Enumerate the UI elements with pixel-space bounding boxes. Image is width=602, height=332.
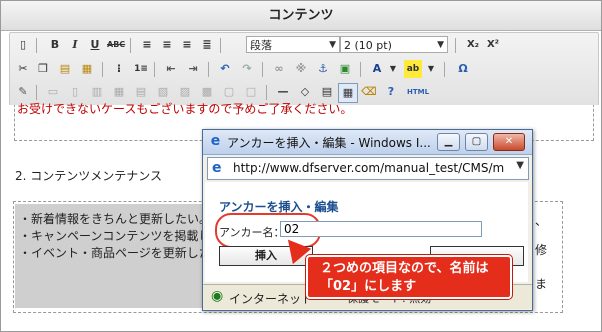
anchor-name-input[interactable] — [280, 221, 482, 237]
list-item: ・イベント・商品ページを更新したい — [19, 246, 223, 260]
chevron-down-icon: ▼ — [329, 40, 336, 50]
indent-icon[interactable]: ⇥ — [184, 60, 202, 78]
italic-icon[interactable]: I — [66, 36, 84, 54]
subscript-icon[interactable]: X₂ — [464, 36, 482, 54]
table-split-icon[interactable]: ▧ — [154, 83, 172, 101]
align-right-icon[interactable]: ≡ — [178, 36, 196, 54]
panel-title: コンテンツ — [1, 1, 601, 31]
table-style-icon[interactable]: ▢ — [220, 83, 238, 101]
zone-text: インターネット — [229, 292, 314, 306]
dialog-title-bar[interactable]: e アンカーを挿入・編集 - Windows I... ▁ ▢ ✕ — [203, 130, 532, 155]
table-merge-icon[interactable]: ▥ — [88, 83, 106, 101]
font-color-chevron-down-icon[interactable]: ▼ — [384, 60, 402, 78]
annotation-callout: ２つめの項目なので、名前は 「02」にします — [306, 255, 512, 299]
justify-icon[interactable]: ≣ — [198, 36, 216, 54]
section-heading: 2. コンテンツメンテナンス — [15, 169, 163, 183]
numbered-list-icon[interactable]: 1≡ — [132, 60, 150, 78]
chevron-down-icon: ▼ — [437, 40, 444, 50]
show-blocks-icon[interactable]: ▤ — [318, 83, 336, 101]
ie-icon: e — [210, 133, 221, 149]
list-item: ・新着情報をきちんと更新したい。 — [19, 212, 212, 226]
table-delete-icon[interactable]: ▨ — [176, 83, 194, 101]
eraser-icon[interactable]: ◇ — [296, 83, 314, 101]
table-props-icon[interactable]: ▦ — [110, 83, 128, 101]
table-col-icon[interactable]: ▯ — [66, 83, 84, 101]
undo-icon[interactable]: ↶ — [216, 60, 234, 78]
image-icon[interactable]: ▣ — [336, 60, 354, 78]
text-fragment: 、 — [535, 214, 548, 228]
font-size-select[interactable]: 2 (10 pt) ▼ — [340, 36, 448, 53]
align-left-icon[interactable]: ≡ — [138, 36, 156, 54]
redo-icon[interactable]: ↷ — [238, 60, 256, 78]
highlight-color-icon[interactable]: ab — [404, 60, 422, 78]
anchor-name-label: アンカー名： — [219, 226, 285, 239]
text-fragment: ま — [535, 277, 548, 291]
horizontal-rule-icon[interactable]: — — [274, 83, 292, 101]
editor-toolbar: ▯ B I U ABC ≡ ≡ ≡ ≣ 段落 ▼ 2 (10 pt) ▼ X₂ X²… — [9, 32, 599, 106]
table-insert-icon[interactable]: ▩ — [198, 83, 216, 101]
maximize-button[interactable]: ▢ — [465, 133, 488, 151]
copy-icon[interactable]: ❐ — [34, 60, 52, 78]
help-icon[interactable]: ? — [382, 83, 400, 101]
highlight-chevron-down-icon[interactable]: ▼ — [422, 60, 440, 78]
table-row-icon[interactable]: ▭ — [44, 83, 62, 101]
html-source-icon[interactable]: HTML — [404, 83, 432, 101]
superscript-icon[interactable]: X² — [484, 36, 502, 54]
anchor-icon[interactable]: ⚓ — [314, 60, 332, 78]
dialog-window-title: アンカーを挿入・編集 - Windows I... — [227, 136, 431, 150]
align-center-icon[interactable]: ≡ — [158, 36, 176, 54]
cut-icon[interactable]: ✂ — [14, 60, 32, 78]
url-text: http://www.dfserver.com/manual_test/CMS/… — [233, 161, 505, 175]
paste-text-icon[interactable]: ▦ — [78, 60, 96, 78]
close-button[interactable]: ✕ — [493, 133, 525, 151]
text-fragment: 修 — [535, 243, 548, 257]
table-cell-icon[interactable]: ▤ — [132, 83, 150, 101]
select-all-icon[interactable]: ⌫ — [360, 83, 378, 101]
bullet-list-icon[interactable]: ⁝ — [110, 60, 128, 78]
table-border-icon[interactable]: □ — [242, 83, 260, 101]
ie-page-icon: e — [212, 160, 222, 176]
globe-icon: ◉ — [211, 288, 224, 304]
bold-icon[interactable]: B — [46, 36, 64, 54]
paste-icon[interactable]: ▤ — [56, 60, 74, 78]
outdent-icon[interactable]: ⇤ — [162, 60, 180, 78]
minimize-button[interactable]: ▁ — [437, 133, 460, 151]
callout-line: ２つめの項目なので、名前は — [320, 261, 489, 276]
url-bar[interactable]: e http://www.dfserver.com/manual_test/CM… — [207, 157, 529, 180]
new-document-icon[interactable]: ▯ — [14, 36, 32, 54]
special-char-icon[interactable]: Ω — [454, 60, 472, 78]
notice-text: お受けできないケースもございますので予めご了承ください。 — [17, 102, 353, 116]
strikethrough-icon[interactable]: ABC — [107, 36, 125, 54]
link-icon[interactable]: ∞ — [270, 60, 288, 78]
paragraph-format-select[interactable]: 段落 ▼ — [246, 36, 340, 53]
edit-icon[interactable]: ✎ — [14, 83, 32, 101]
chevron-down-icon[interactable]: ▼ — [516, 160, 524, 171]
callout-line: 「02」にします — [320, 279, 417, 294]
underline-icon[interactable]: U — [86, 36, 104, 54]
unlink-icon[interactable]: ※ — [292, 60, 310, 78]
